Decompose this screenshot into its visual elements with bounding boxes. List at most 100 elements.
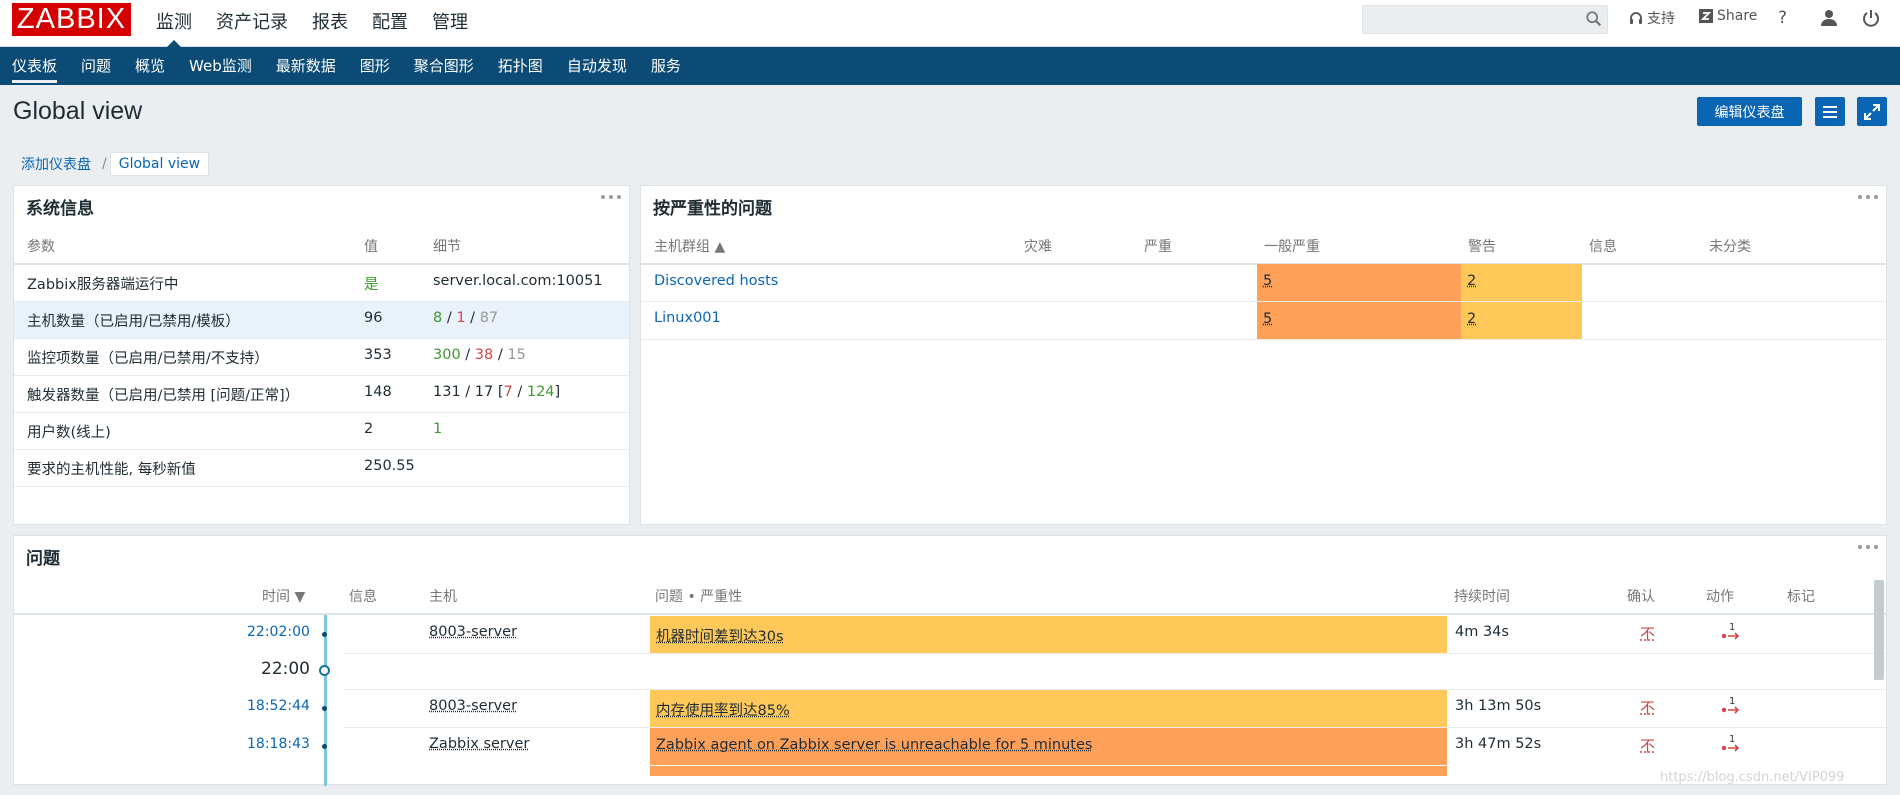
support-link[interactable]: 支持 xyxy=(1628,8,1675,28)
problem-name[interactable]: 内存使用率到达85% xyxy=(656,703,790,719)
tab-graphs[interactable]: 图形 xyxy=(360,47,390,85)
col-header-high: 严重 xyxy=(1144,239,1172,255)
sys-param: Zabbix服务器端运行中 xyxy=(27,277,179,293)
sys-value: 148 xyxy=(364,384,392,400)
sys-param: 触发器数量（已启用/已禁用 [问题/正常]） xyxy=(27,388,300,404)
breadcrumb-parent[interactable]: 添加仪表盘 xyxy=(13,154,99,174)
problem-name[interactable]: Zabbix agent on Zabbix server is unreach… xyxy=(656,737,1092,753)
breadcrumb-current[interactable]: Global view xyxy=(109,152,210,176)
problem-count: 7 xyxy=(503,384,513,400)
support-label: 支持 xyxy=(1647,11,1675,27)
problem-time-link[interactable]: 18:52:44 xyxy=(247,698,310,714)
detail-bracket: ] xyxy=(554,384,561,400)
host-group-link[interactable]: Linux001 xyxy=(654,310,721,326)
problem-host[interactable]: 8003-server xyxy=(429,624,517,640)
user-profile-icon[interactable] xyxy=(1819,8,1839,28)
problem-host[interactable]: Zabbix server xyxy=(429,736,529,752)
dashboard-menu-button[interactable] xyxy=(1815,97,1845,126)
share-z-icon xyxy=(1699,9,1713,23)
problem-cell-partial xyxy=(650,766,1447,776)
tab-services[interactable]: 服务 xyxy=(651,47,681,85)
tab-overview[interactable]: 概览 xyxy=(135,47,165,85)
enabled-count: 8 xyxy=(433,310,443,326)
problem-time-link[interactable]: 22:02:00 xyxy=(247,624,310,640)
col-header-duration: 持续时间 xyxy=(1454,589,1510,605)
col-header-problem-severity: 问题 • 严重性 xyxy=(655,589,743,605)
unsupported-count: 15 xyxy=(507,347,526,363)
host-group-link[interactable]: Discovered hosts xyxy=(654,273,778,289)
problem-cell[interactable]: 内存使用率到达85% xyxy=(650,690,1447,727)
actions-icon[interactable]: 1 xyxy=(1720,733,1742,755)
timeline-hour-label: 22:00 xyxy=(261,659,310,679)
sys-value: 250.55 xyxy=(364,458,415,474)
tab-screens[interactable]: 聚合图形 xyxy=(414,47,474,85)
col-header-not-classified: 未分类 xyxy=(1709,239,1751,255)
problem-cell[interactable]: 机器时间差到达30s xyxy=(650,616,1447,653)
menu-monitoring[interactable]: 监测 xyxy=(156,0,192,47)
problem-time-link[interactable]: 18:18:43 xyxy=(247,736,310,752)
row-divider xyxy=(344,653,1886,654)
disabled-count: 1 xyxy=(456,310,466,326)
actions-count: 1 xyxy=(1729,696,1735,707)
detail-separator: / xyxy=(442,310,457,326)
actions-icon[interactable]: 1 xyxy=(1720,621,1742,643)
warning-count-cell[interactable]: 2 xyxy=(1461,264,1582,301)
search-input[interactable] xyxy=(1362,5,1608,34)
col-header-host-group[interactable]: 主机群组 ▲ xyxy=(654,236,725,256)
edit-dashboard-button[interactable]: 编辑仪表盘 xyxy=(1697,97,1802,126)
tab-latest-data[interactable]: 最新数据 xyxy=(276,47,336,85)
enabled-disabled-count: 131 / 17 [ xyxy=(433,384,504,400)
header-divider xyxy=(14,613,1886,615)
sys-value: 2 xyxy=(364,421,374,437)
col-header-info: 信息 xyxy=(349,589,377,605)
problem-host[interactable]: 8003-server xyxy=(429,698,517,714)
sys-detail: server.local.com:10051 xyxy=(433,273,603,289)
detail-separator: / xyxy=(465,310,480,326)
ack-status-link[interactable]: 不 xyxy=(1640,697,1655,718)
col-header-warning: 警告 xyxy=(1468,239,1496,255)
menu-reports[interactable]: 报表 xyxy=(312,0,348,47)
menu-administration[interactable]: 管理 xyxy=(432,0,468,47)
tab-discovery[interactable]: 自动发现 xyxy=(567,47,627,85)
sys-param: 要求的主机性能, 每秒新值 xyxy=(27,462,196,478)
warning-count-cell[interactable]: 2 xyxy=(1461,302,1582,339)
zabbix-logo[interactable]: ZABBIX xyxy=(12,3,131,36)
menu-configuration[interactable]: 配置 xyxy=(372,0,408,47)
ok-count: 124 xyxy=(526,384,555,400)
detail-separator: / xyxy=(493,347,508,363)
actions-icon[interactable]: 1 xyxy=(1720,695,1742,717)
search-icon[interactable] xyxy=(1585,10,1603,28)
widget-menu-dots-icon[interactable] xyxy=(599,190,623,204)
logout-power-icon[interactable] xyxy=(1861,8,1881,28)
col-header-tags: 标记 xyxy=(1787,589,1815,605)
main-menu: 监测 资产记录 报表 配置 管理 xyxy=(156,0,492,47)
sys-param: 监控项数量（已启用/已禁用/不支持） xyxy=(27,351,269,367)
problem-cell[interactable]: Zabbix agent on Zabbix server is unreach… xyxy=(650,728,1447,765)
row-divider xyxy=(14,375,629,376)
scrollbar[interactable] xyxy=(1874,580,1884,680)
menu-inventory[interactable]: 资产记录 xyxy=(216,0,288,47)
col-header-host: 主机 xyxy=(429,589,457,605)
col-header-time[interactable]: 时间 ▼ xyxy=(262,586,305,606)
widget-menu-dots-icon[interactable] xyxy=(1856,540,1880,554)
help-link[interactable]: ? xyxy=(1778,8,1787,28)
tab-dashboard[interactable]: 仪表板 xyxy=(12,47,58,85)
problem-name[interactable]: 机器时间差到达30s xyxy=(656,629,784,645)
fullscreen-button[interactable] xyxy=(1857,97,1887,126)
ack-status-link[interactable]: 不 xyxy=(1640,623,1655,644)
actions-count: 1 xyxy=(1729,622,1735,633)
col-header-detail: 细节 xyxy=(433,239,461,255)
widget-menu-dots-icon[interactable] xyxy=(1856,190,1880,204)
timeline-hour-marker xyxy=(319,665,330,676)
share-link[interactable]: Share xyxy=(1698,8,1757,24)
average-count-cell[interactable]: 5 xyxy=(1257,264,1461,301)
tab-maps[interactable]: 拓扑图 xyxy=(498,47,543,85)
col-header-ack: 确认 xyxy=(1627,589,1655,605)
watermark: https://blog.csdn.net/VIP099 xyxy=(1660,770,1845,785)
header-divider xyxy=(14,263,629,265)
tab-web[interactable]: Web监测 xyxy=(189,47,252,85)
ack-status-link[interactable]: 不 xyxy=(1640,735,1655,756)
tab-problems[interactable]: 问题 xyxy=(81,47,111,85)
sys-value: 353 xyxy=(364,347,392,363)
average-count-cell[interactable]: 5 xyxy=(1257,302,1461,339)
